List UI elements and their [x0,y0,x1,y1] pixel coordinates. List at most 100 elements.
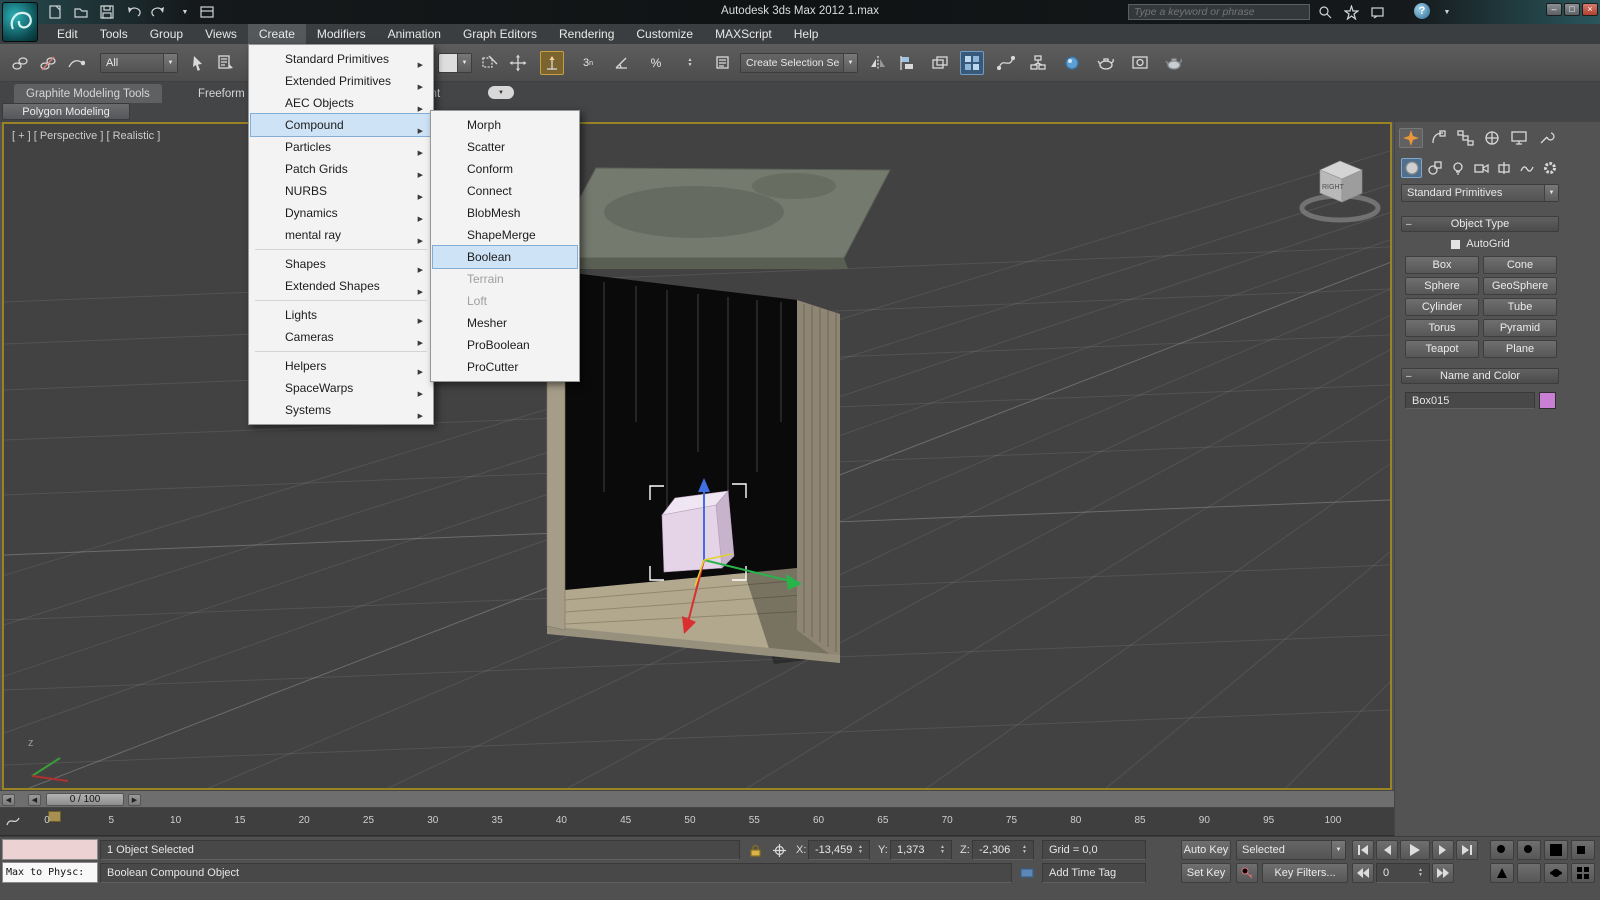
menu-item-extended-shapes[interactable]: Extended Shapes▶ [251,275,431,297]
percent-snap-icon[interactable]: % [644,51,668,75]
select-and-manipulate-icon[interactable] [540,51,564,75]
window-crossing-icon[interactable] [478,51,502,75]
communication-icon[interactable] [1366,3,1388,21]
menu-animation[interactable]: Animation [377,24,452,44]
viewcube[interactable]: RIGHT [1296,150,1386,226]
menu-customize[interactable]: Customize [625,24,704,44]
menu-item-helpers[interactable]: Helpers▶ [251,355,431,377]
menu-item-compound[interactable]: Compound▶ [251,114,431,136]
geosphere-button[interactable]: GeoSphere [1483,277,1557,295]
submenu-item-boolean[interactable]: Boolean [433,246,577,268]
layer-manager-icon[interactable] [928,51,952,75]
tab-display-icon[interactable] [1507,128,1531,148]
cone-button[interactable]: Cone [1483,256,1557,274]
angle-snap-icon[interactable] [610,51,634,75]
menu-item-lights[interactable]: Lights▶ [251,304,431,326]
set-key-button[interactable]: Set Key [1181,863,1231,883]
zoom-extents-icon[interactable] [1544,840,1568,860]
named-selection-combo[interactable]: ▼ [438,53,472,73]
goto-previous-key-button[interactable] [1352,863,1374,883]
maxscript-mini-listener[interactable]: Max to Physc: [2,862,98,883]
ribbon-minimize-dropdown[interactable]: ▼ [488,86,514,99]
goto-next-key-button[interactable] [1432,863,1454,883]
cylinder-button[interactable]: Cylinder [1405,298,1479,316]
mirror-icon[interactable] [866,51,890,75]
orbit-icon[interactable] [1544,863,1568,883]
menu-modifiers[interactable]: Modifiers [306,24,377,44]
zoom-icon[interactable] [1490,840,1514,860]
submenu-item-shapemerge[interactable]: ShapeMerge [433,224,577,246]
primitive-category-dropdown[interactable]: Standard Primitives ▼ [1401,184,1559,202]
sphere-button[interactable]: Sphere [1405,277,1479,295]
align-icon[interactable] [896,51,920,75]
menu-graph-editors[interactable]: Graph Editors [452,24,548,44]
category-shapes-icon[interactable] [1424,158,1445,178]
search-input[interactable] [1128,4,1310,20]
submenu-item-procutter[interactable]: ProCutter [433,356,577,378]
material-editor-icon[interactable] [1060,51,1084,75]
select-and-link-icon[interactable] [8,51,32,75]
add-time-tag-field[interactable]: Add Time Tag [1042,863,1146,883]
auto-key-button[interactable]: Auto Key [1181,840,1231,860]
tab-modify-icon[interactable] [1426,128,1450,148]
viewport[interactable]: [ + ] [ Perspective ] [ Realistic ] RIGH… [2,122,1392,790]
selected-box[interactable] [662,491,734,572]
minimize-button[interactable]: – [1546,3,1562,16]
tab-motion-icon[interactable] [1480,128,1504,148]
time-back-button[interactable]: ◀ [2,794,15,806]
spinner-icon[interactable]: ▲▼ [1022,845,1027,855]
open-mini-curve-editor-icon[interactable] [2,812,24,830]
menu-item-cameras[interactable]: Cameras▶ [251,326,431,348]
submenu-item-conform[interactable]: Conform [433,158,577,180]
menu-create[interactable]: Create [248,24,306,44]
submenu-item-blobmesh[interactable]: BlobMesh [433,202,577,224]
menu-group[interactable]: Group [139,24,194,44]
tab-freeform[interactable]: Freeform [186,84,257,103]
goto-end-button[interactable] [1456,840,1478,860]
help-dropdown-icon[interactable]: ▼ [1436,3,1458,21]
torus-button[interactable]: Torus [1405,319,1479,337]
previous-frame-button[interactable] [1376,840,1398,860]
menu-item-shapes[interactable]: Shapes▶ [251,253,431,275]
viewport-scene[interactable] [4,124,1390,788]
menu-item-mental-ray[interactable]: mental ray▶ [251,224,431,246]
tab-graphite-modeling-tools[interactable]: Graphite Modeling Tools [14,84,162,103]
time-slider-track[interactable]: ◀ ◀ 0 / 100 ▶ [0,790,1394,808]
unlink-selection-icon[interactable] [36,51,60,75]
category-geometry-icon[interactable] [1401,158,1422,178]
curve-editor-icon[interactable] [994,51,1018,75]
key-filters-button[interactable]: Key Filters... [1262,863,1348,883]
category-helpers-icon[interactable] [1493,158,1514,178]
object-name-field[interactable]: Box015 [1405,392,1535,409]
menu-item-extended-primitives[interactable]: Extended Primitives▶ [251,70,431,92]
zoom-region-icon[interactable] [1571,840,1595,860]
maxscript-listener-macro[interactable] [2,839,98,860]
submenu-item-proboolean[interactable]: ProBoolean [433,334,577,356]
render-production-icon[interactable] [1162,51,1186,75]
absolute-mode-icon[interactable] [768,841,790,859]
spinner-icon[interactable]: ▲▼ [1418,868,1423,878]
edit-named-selections-icon[interactable] [712,51,736,75]
render-setup-icon[interactable] [1094,51,1118,75]
z-coord-field[interactable]: -2,306 ▲▼ [972,840,1034,860]
tab-utilities-icon[interactable] [1534,128,1558,148]
maximize-button[interactable]: □ [1564,3,1580,16]
category-cameras-icon[interactable] [1470,158,1491,178]
teapot-button[interactable]: Teapot [1405,340,1479,358]
field-of-view-icon[interactable] [1490,863,1514,883]
menu-edit[interactable]: Edit [46,24,89,44]
maximize-viewport-icon[interactable] [1571,863,1595,883]
menu-item-nurbs[interactable]: NURBS▶ [251,180,431,202]
prev-frame-button[interactable]: ◀ [28,794,41,806]
set-keys-icon-button[interactable] [1236,863,1258,883]
tab-hierarchy-icon[interactable] [1453,128,1477,148]
spinner-snap-icon[interactable]: ▲▼ [678,51,702,75]
category-lights-icon[interactable] [1447,158,1468,178]
rollout-name-and-color[interactable]: – Name and Color [1401,368,1559,384]
spinner-icon[interactable]: ▲▼ [940,845,945,855]
time-slider-handle[interactable]: 0 / 100 [46,793,124,806]
search-icon[interactable] [1314,3,1336,21]
category-spacewarps-icon[interactable] [1516,158,1537,178]
menu-maxscript[interactable]: MAXScript [704,24,783,44]
create-selection-set-combo[interactable]: Create Selection Se ▼ [740,53,858,73]
